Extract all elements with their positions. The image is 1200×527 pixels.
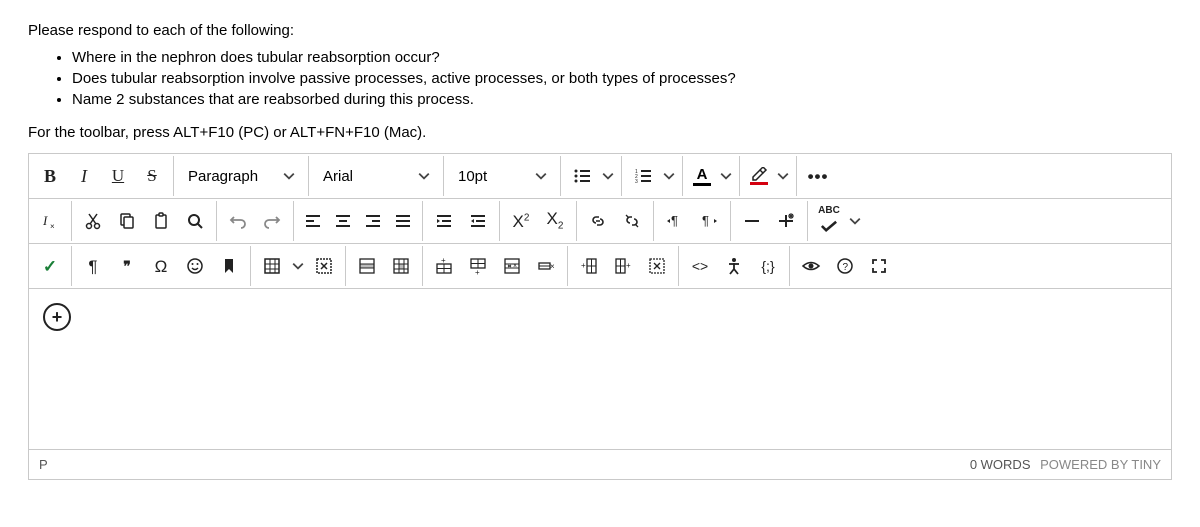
outdent-button[interactable] xyxy=(461,204,495,238)
svg-text:×: × xyxy=(50,222,55,231)
table-row-props-button[interactable] xyxy=(350,249,384,283)
delete-col-button[interactable] xyxy=(640,249,674,283)
svg-text:3: 3 xyxy=(635,179,638,185)
font-family-select[interactable]: Arial xyxy=(313,159,439,193)
mathml-button[interactable]: ✓ xyxy=(33,249,67,283)
chevron-down-icon xyxy=(415,170,433,182)
svg-text:+: + xyxy=(581,261,586,270)
question-intro: Please respond to each of the following: xyxy=(28,22,1172,39)
insert-table-button[interactable] xyxy=(255,249,289,283)
chevron-down-icon[interactable] xyxy=(774,170,792,182)
cut-button[interactable] xyxy=(76,204,110,238)
emoji-button[interactable] xyxy=(178,249,212,283)
svg-text:?: ? xyxy=(843,262,849,273)
indent-button[interactable] xyxy=(427,204,461,238)
question-item: Name 2 substances that are reabsorbed du… xyxy=(72,89,1172,110)
svg-text:+: + xyxy=(475,268,480,276)
strikethrough-button[interactable]: S xyxy=(135,159,169,193)
paste-button[interactable] xyxy=(144,204,178,238)
insert-link-button[interactable] xyxy=(581,204,615,238)
editor-statusbar: P 0 WORDS POWERED BY TINY xyxy=(29,449,1171,479)
align-justify-button[interactable] xyxy=(388,204,418,238)
element-path[interactable]: P xyxy=(39,457,48,472)
chevron-down-icon[interactable] xyxy=(717,170,735,182)
svg-text:I: I xyxy=(42,213,48,228)
delete-row-button[interactable]: × xyxy=(495,249,529,283)
highlight-color-swatch xyxy=(750,182,768,185)
chevron-down-icon xyxy=(280,170,298,182)
preview-button[interactable] xyxy=(794,249,828,283)
code-sample-button[interactable]: {;} xyxy=(751,249,785,283)
html-source-button[interactable]: <> xyxy=(683,249,717,283)
highlight-color-button[interactable] xyxy=(744,159,774,193)
question-item: Where in the nephron does tubular reabso… xyxy=(72,47,1172,68)
toolbar-row-2: I× xyxy=(29,199,1171,244)
svg-text:+: + xyxy=(441,256,446,265)
question-item: Does tubular reabsorption involve passiv… xyxy=(72,68,1172,89)
underline-button[interactable]: U xyxy=(101,159,135,193)
svg-text:+: + xyxy=(626,261,631,270)
more-button[interactable]: ••• xyxy=(801,159,835,193)
table-cell-props-button[interactable] xyxy=(384,249,418,283)
svg-text:¶: ¶ xyxy=(702,213,709,228)
insert-row-above-button[interactable]: + xyxy=(427,249,461,283)
show-blocks-button[interactable]: ¶ xyxy=(76,249,110,283)
align-right-button[interactable] xyxy=(358,204,388,238)
italic-button[interactable]: I xyxy=(67,159,101,193)
chevron-down-icon[interactable] xyxy=(846,215,864,227)
insert-col-right-button[interactable]: + xyxy=(606,249,640,283)
add-content-button[interactable]: + xyxy=(43,303,71,331)
chevron-down-icon[interactable] xyxy=(660,170,678,182)
paragraph-style-select[interactable]: Paragraph xyxy=(178,159,304,193)
bold-button[interactable]: B xyxy=(33,159,67,193)
find-replace-button[interactable] xyxy=(178,204,212,238)
subscript-button[interactable]: X2 xyxy=(538,204,572,238)
toolbar-row-1: B I U S Paragraph Arial 10pt xyxy=(29,154,1171,199)
copy-button[interactable] xyxy=(110,204,144,238)
blockquote-button[interactable]: ❞ xyxy=(110,249,144,283)
special-char-button[interactable]: Ω xyxy=(144,249,178,283)
editor-content-area[interactable]: + xyxy=(29,289,1171,449)
question-list: Where in the nephron does tubular reabso… xyxy=(28,47,1172,110)
svg-text:×: × xyxy=(550,262,555,271)
chevron-down-icon xyxy=(532,170,550,182)
toolbar-hint: For the toolbar, press ALT+F10 (PC) or A… xyxy=(28,124,1172,141)
ltr-button[interactable]: ¶ xyxy=(658,204,692,238)
anchor-button[interactable] xyxy=(212,249,246,283)
horizontal-rule-button[interactable] xyxy=(735,204,769,238)
text-color-swatch xyxy=(693,183,711,186)
insert-nbsp-button[interactable] xyxy=(769,204,803,238)
fullscreen-button[interactable] xyxy=(862,249,896,283)
toolbar-row-3: ✓ ¶ ❞ Ω + + × × + + <> xyxy=(29,244,1171,289)
remove-link-button[interactable] xyxy=(615,204,649,238)
bullet-list-button[interactable] xyxy=(565,159,599,193)
text-color-button[interactable]: A xyxy=(687,159,717,193)
rtl-button[interactable]: ¶ xyxy=(692,204,726,238)
chevron-down-icon[interactable] xyxy=(289,260,307,272)
undo-button[interactable] xyxy=(221,204,255,238)
font-size-select[interactable]: 10pt xyxy=(448,159,556,193)
numbered-list-button[interactable]: 123 xyxy=(626,159,660,193)
redo-button[interactable] xyxy=(255,204,289,238)
help-button[interactable]: ? xyxy=(828,249,862,283)
delete-row-x-button[interactable]: × xyxy=(529,249,563,283)
powered-by: POWERED BY TINY xyxy=(1040,457,1161,472)
superscript-button[interactable]: X2 xyxy=(504,204,538,238)
align-center-button[interactable] xyxy=(328,204,358,238)
chevron-down-icon[interactable] xyxy=(599,170,617,182)
accessibility-button[interactable] xyxy=(717,249,751,283)
insert-col-left-button[interactable]: + xyxy=(572,249,606,283)
svg-text:×: × xyxy=(513,263,517,270)
svg-text:¶: ¶ xyxy=(671,213,678,228)
spellcheck-button[interactable]: ABC xyxy=(812,204,846,238)
delete-table-button[interactable] xyxy=(307,249,341,283)
word-count[interactable]: 0 WORDS xyxy=(970,457,1031,472)
rich-text-editor: B I U S Paragraph Arial 10pt xyxy=(28,153,1172,480)
clear-formatting-button[interactable]: I× xyxy=(33,204,67,238)
align-left-button[interactable] xyxy=(298,204,328,238)
insert-row-below-button[interactable]: + xyxy=(461,249,495,283)
